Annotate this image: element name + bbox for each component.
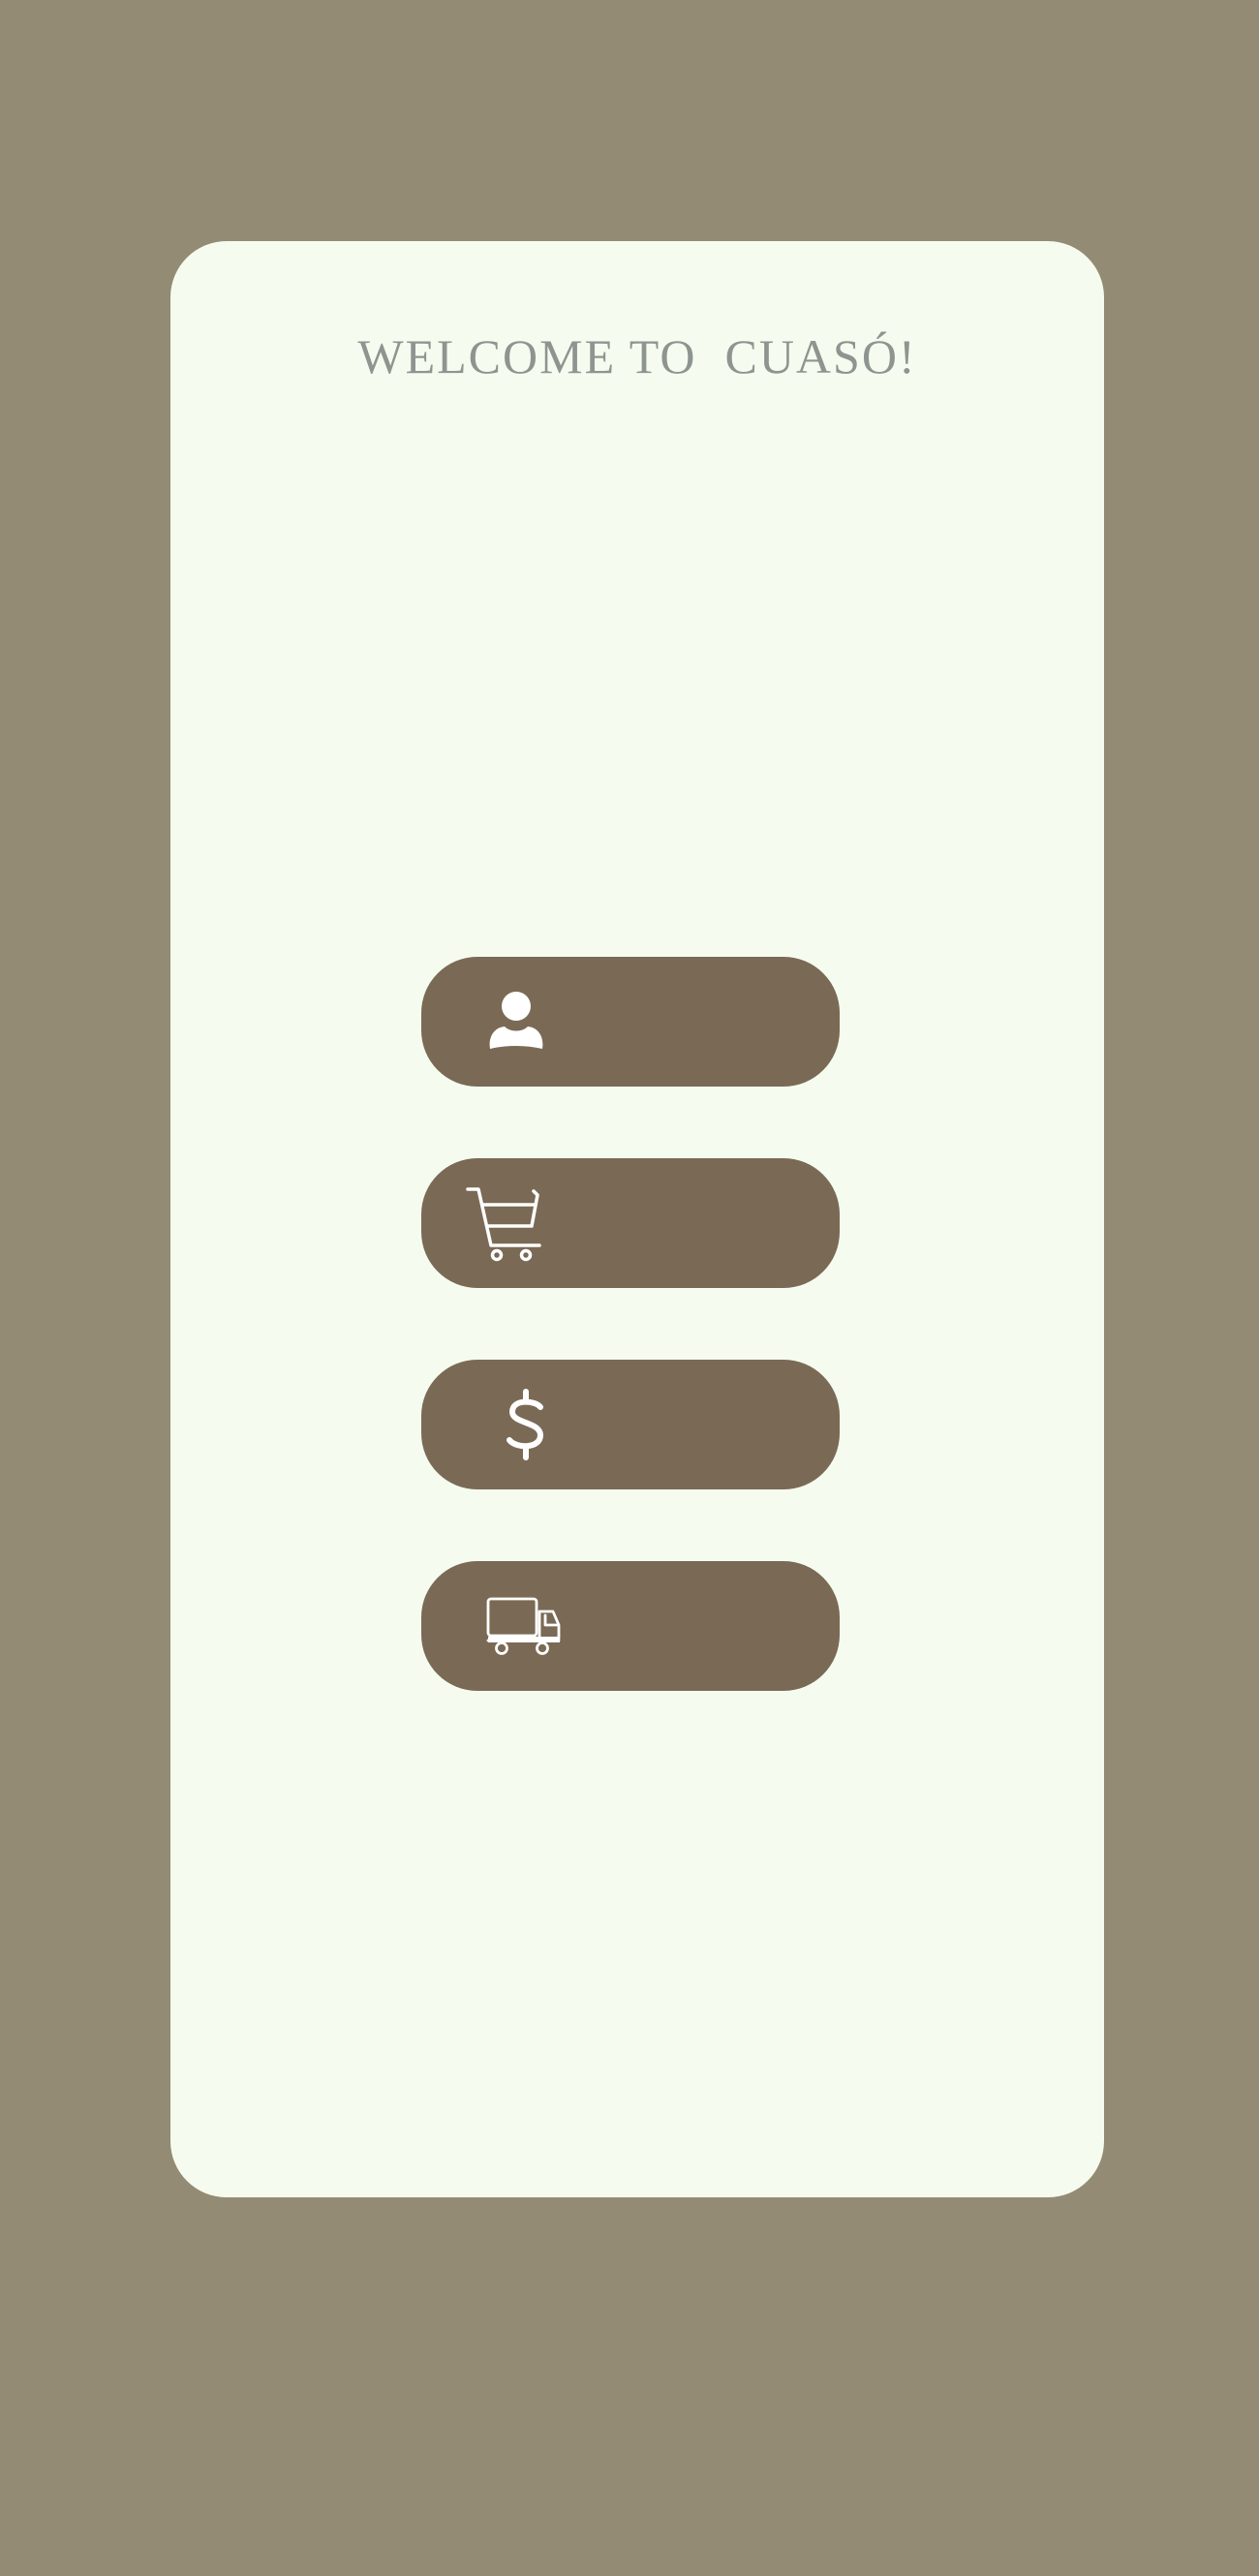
delivery-button[interactable] — [421, 1561, 840, 1691]
profile-button[interactable] — [421, 957, 840, 1087]
cart-button[interactable] — [421, 1158, 840, 1288]
welcome-title: WELCOME TO CUASÓ! — [357, 329, 917, 383]
dollar-icon — [507, 1389, 543, 1460]
shopping-cart-icon — [466, 1187, 541, 1262]
welcome-card: WELCOME TO CUASÓ! — [170, 241, 1104, 2197]
delivery-truck-icon — [486, 1597, 561, 1655]
user-icon — [489, 992, 543, 1049]
payments-button[interactable] — [421, 1360, 840, 1489]
